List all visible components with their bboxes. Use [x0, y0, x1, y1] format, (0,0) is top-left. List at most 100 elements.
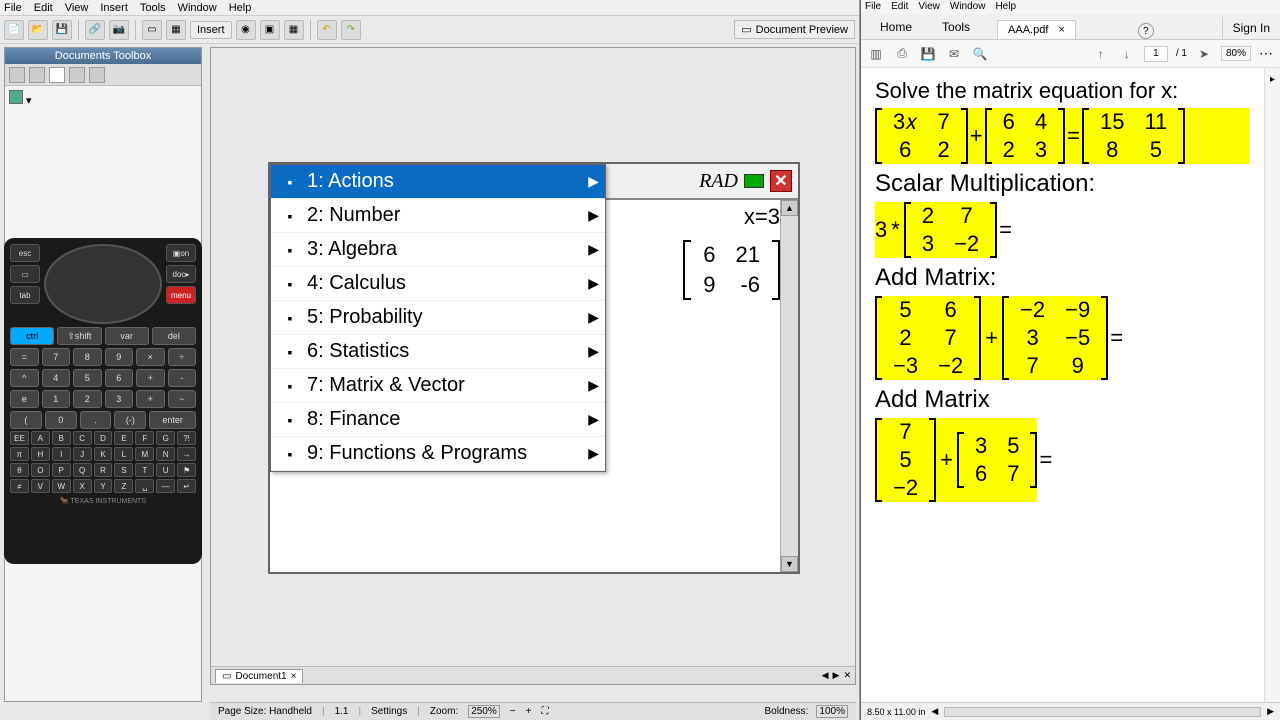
var-key[interactable]: var [105, 327, 149, 345]
menu-item-statistics[interactable]: ▪6: Statistics▶ [271, 335, 605, 369]
alpha-key[interactable]: V [31, 479, 50, 493]
key-minus2[interactable]: − [168, 390, 197, 408]
key-0[interactable]: 0 [45, 411, 77, 429]
menu-item-matrix-vector[interactable]: ▪7: Matrix & Vector▶ [271, 369, 605, 403]
alpha-key[interactable]: π [10, 447, 29, 461]
menu-tools[interactable]: Tools [140, 2, 166, 13]
document-tab[interactable]: ▭ Document1 × [215, 669, 303, 683]
alpha-key[interactable]: C [73, 431, 92, 445]
menu-item-probability[interactable]: ▪5: Probability▶ [271, 301, 605, 335]
key-4[interactable]: 4 [42, 369, 71, 387]
document-tab[interactable]: AAA.pdf × [997, 20, 1076, 39]
alpha-key[interactable]: ≠ [10, 479, 29, 493]
redo-icon[interactable]: ↷ [341, 20, 361, 40]
key-6[interactable]: 6 [105, 369, 134, 387]
nav-prev-icon[interactable]: ◀ [822, 670, 829, 681]
key-8[interactable]: 8 [73, 348, 102, 366]
save-icon[interactable]: 💾 [52, 20, 72, 40]
key-1[interactable]: 1 [42, 390, 71, 408]
key-div[interactable]: ÷ [168, 348, 197, 366]
close-icon[interactable]: × [1058, 24, 1064, 36]
alpha-key[interactable]: A [31, 431, 50, 445]
alpha-key[interactable]: → [177, 447, 196, 461]
alpha-key[interactable]: S [114, 463, 133, 477]
menu-file[interactable]: File [865, 1, 881, 13]
folder-icon[interactable] [89, 67, 105, 83]
img-icon[interactable]: ▣ [260, 20, 280, 40]
scroll-right-icon[interactable]: ▶ [1267, 706, 1274, 717]
zoom-in-icon[interactable]: + [526, 706, 532, 717]
alpha-key[interactable]: θ [10, 463, 29, 477]
menu-insert[interactable]: Insert [100, 2, 128, 13]
alpha-key[interactable]: X [73, 479, 92, 493]
undo-icon[interactable]: ↶ [317, 20, 337, 40]
close-icon[interactable]: × [291, 671, 297, 682]
alpha-key[interactable]: T [135, 463, 154, 477]
layout-icon[interactable]: ▦ [166, 20, 186, 40]
key-5[interactable]: 5 [73, 369, 102, 387]
menu-item-finance[interactable]: ▪8: Finance▶ [271, 403, 605, 437]
alpha-key[interactable]: D [94, 431, 113, 445]
document-preview-button[interactable]: ▭ Document Preview [734, 20, 855, 39]
alpha-key[interactable]: P [52, 463, 71, 477]
tab-tools[interactable]: Tools [927, 15, 985, 39]
menu-edit[interactable]: Edit [891, 1, 908, 13]
alpha-key[interactable]: F [135, 431, 154, 445]
dpad[interactable] [44, 244, 162, 324]
enter-key[interactable]: enter [149, 411, 196, 429]
alpha-key[interactable]: E [114, 431, 133, 445]
close-all-icon[interactable]: ✕ [843, 670, 851, 681]
alpha-key[interactable]: R [94, 463, 113, 477]
alpha-key[interactable]: Y [94, 479, 113, 493]
key-mult[interactable]: × [136, 348, 165, 366]
key-3[interactable]: 3 [105, 390, 134, 408]
tab-home[interactable]: Home [865, 15, 927, 39]
ctrl-key[interactable]: ctrl [10, 327, 54, 345]
page-icon[interactable]: ▭ [142, 20, 162, 40]
on-key[interactable]: ▣on [166, 244, 196, 262]
menu-view[interactable]: View [65, 2, 89, 13]
mail-icon[interactable]: ✉ [945, 45, 963, 63]
alpha-key[interactable]: I [52, 447, 71, 461]
fn-key[interactable]: ^ [10, 369, 39, 387]
page-input[interactable] [1144, 46, 1168, 62]
fit-icon[interactable]: ⛶ [541, 706, 548, 717]
alpha-key[interactable]: ?! [177, 431, 196, 445]
menu-view[interactable]: View [918, 1, 940, 13]
boldness-select[interactable]: 100% [816, 705, 848, 718]
menu-help[interactable]: Help [995, 1, 1016, 13]
scroll-up-icon[interactable]: ▲ [781, 200, 798, 216]
key-9[interactable]: 9 [105, 348, 134, 366]
fn-key[interactable]: = [10, 348, 39, 366]
del-key[interactable]: del [152, 327, 196, 345]
page-down-icon[interactable]: ↓ [1118, 45, 1136, 63]
alpha-key[interactable]: L [114, 447, 133, 461]
collapse-handle[interactable]: ▸ [1264, 68, 1280, 702]
alpha-key[interactable]: Q [73, 463, 92, 477]
key-2[interactable]: 2 [73, 390, 102, 408]
alpha-key[interactable]: EE [10, 431, 29, 445]
scratch-key[interactable]: ▭ [10, 265, 40, 283]
alpha-key[interactable]: O [31, 463, 50, 477]
utilities-icon[interactable] [49, 67, 65, 83]
scroll-down-icon[interactable]: ▼ [781, 556, 798, 572]
fn-key[interactable]: e [10, 390, 39, 408]
menu-key[interactable]: menu [166, 286, 196, 304]
esc-key[interactable]: esc [10, 244, 40, 262]
table-icon[interactable]: ▦ [284, 20, 304, 40]
alpha-key[interactable]: U [156, 463, 175, 477]
nav-next-icon[interactable]: ▶ [833, 670, 840, 681]
search-icon[interactable]: 🔍 [971, 45, 989, 63]
key-minus[interactable]: - [168, 369, 197, 387]
wrench-icon[interactable] [9, 67, 25, 83]
key-neg[interactable]: (-) [114, 411, 146, 429]
alpha-key[interactable]: G [156, 431, 175, 445]
key-plus2[interactable]: + [136, 390, 165, 408]
key-7[interactable]: 7 [42, 348, 71, 366]
signin-button[interactable]: Sign In [1222, 17, 1280, 39]
alpha-key[interactable]: — [156, 479, 175, 493]
scroll-left-icon[interactable]: ◀ [931, 706, 938, 717]
link-icon[interactable]: 🔗 [85, 20, 105, 40]
menu-help[interactable]: Help [229, 2, 252, 13]
zoom-select[interactable]: 250% [468, 705, 500, 718]
